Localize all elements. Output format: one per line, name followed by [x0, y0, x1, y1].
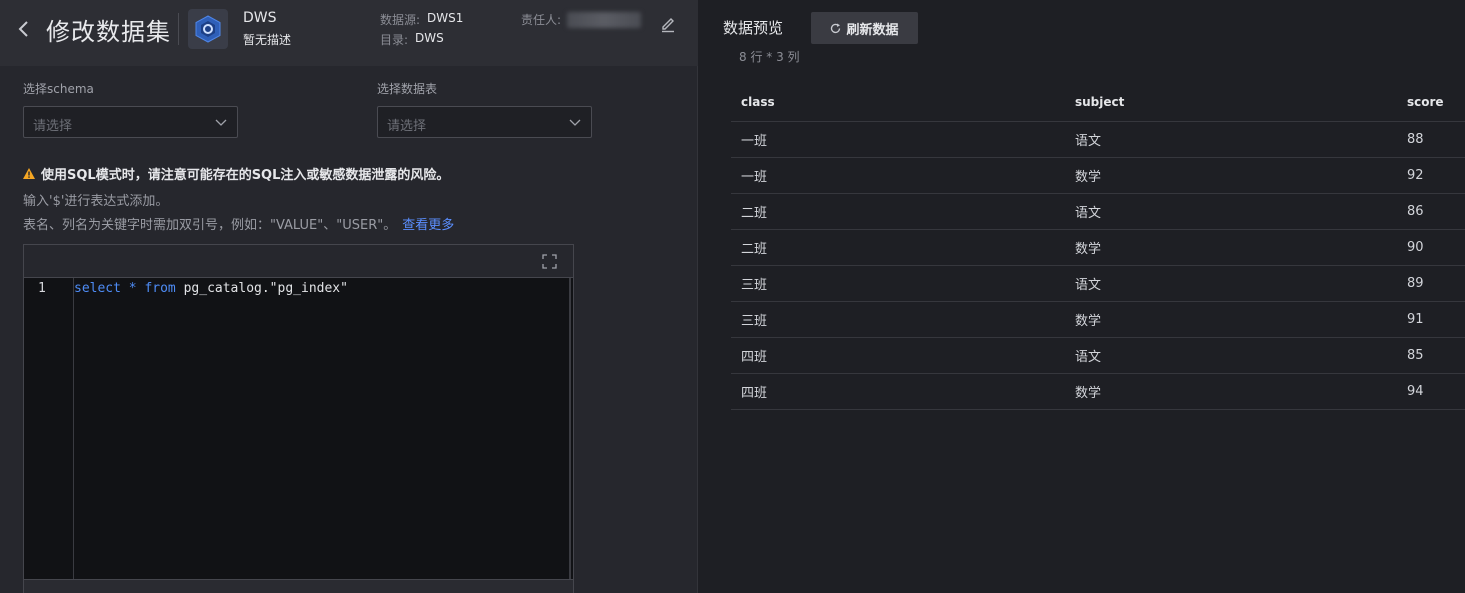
cell-subject: 语文 [1065, 121, 1397, 158]
cell-score: 90 [1397, 229, 1465, 266]
source-label: 数据源: [380, 13, 421, 27]
refresh-data-button[interactable]: 刷新数据 [811, 12, 918, 44]
refresh-label: 刷新数据 [846, 22, 899, 38]
schema-placeholder: 请选择 [33, 119, 73, 134]
editor-toolbar [24, 245, 573, 278]
cell-score: 94 [1397, 373, 1465, 410]
datasource-description: 暂无描述 [243, 33, 292, 47]
fullscreen-icon[interactable] [542, 254, 557, 269]
directory-value: DWS [415, 31, 444, 45]
table-row: 三班 语文 89 [731, 265, 1465, 302]
line-gutter: 1 [24, 278, 74, 579]
owner-value-redacted [567, 12, 641, 28]
cell-class: 一班 [731, 121, 1065, 158]
table-row: 一班 语文 88 [731, 121, 1465, 158]
cell-score: 85 [1397, 337, 1465, 374]
cell-class: 四班 [731, 337, 1065, 374]
cell-subject: 语文 [1065, 193, 1397, 230]
datasource-icon [188, 9, 228, 49]
cell-class: 二班 [731, 193, 1065, 230]
editor-footer [24, 579, 573, 593]
left-panel: 修改数据集 DWS 暂无描述 数据源: DWS1 目录: DWS 责任人: 选择… [0, 0, 698, 593]
preview-table: class subject score 一班 语文 88 一班 数学 92 二班 语文 86… [731, 84, 1465, 410]
column-header-subject: subject [1065, 84, 1397, 122]
quote-hint: 表名、列名为关键字时需加双引号，例如："VALUE"、"USER"。 查看更多 [23, 214, 454, 233]
star-token: * [120, 281, 145, 296]
line-number: 1 [38, 281, 46, 296]
header: 修改数据集 DWS 暂无描述 数据源: DWS1 目录: DWS 责任人: [0, 0, 698, 66]
keyword-from: from [144, 281, 176, 296]
cell-subject: 数学 [1065, 229, 1397, 266]
preview-panel: 数据预览 刷新数据 8 行 * 3 列 class subject score … [699, 0, 1465, 593]
owner-label: 责任人: [521, 13, 562, 27]
table-row: 四班 数学 94 [731, 373, 1465, 410]
back-arrow-icon[interactable] [14, 17, 34, 41]
sql-editor: 1 select * from pg_catalog."pg_index" [23, 244, 574, 593]
table-label: 选择数据表 [377, 82, 438, 96]
table-header-row: class subject score [731, 84, 1465, 122]
preview-title: 数据预览 [723, 19, 784, 37]
vertical-scrollbar[interactable] [569, 278, 571, 579]
code-line: select * from pg_catalog."pg_index" [74, 281, 348, 296]
datasource-name: DWS [243, 10, 277, 26]
cell-class: 三班 [731, 301, 1065, 338]
refresh-icon [831, 23, 841, 33]
warning-text: 使用SQL模式时，请注意可能存在的SQL注入或敏感数据泄露的风险。 [41, 168, 450, 183]
code-area[interactable]: 1 select * from pg_catalog."pg_index" [24, 278, 573, 579]
keyword-select: select [74, 281, 121, 296]
table-row: 二班 语文 86 [731, 193, 1465, 230]
cell-class: 三班 [731, 265, 1065, 302]
quote-hint-text: 表名、列名为关键字时需加双引号，例如："VALUE"、"USER"。 [23, 218, 397, 233]
cell-class: 二班 [731, 229, 1065, 266]
cell-score: 88 [1397, 121, 1465, 158]
cell-score: 92 [1397, 157, 1465, 194]
schema-label: 选择schema [23, 82, 94, 96]
table-placeholder: 请选择 [387, 119, 427, 134]
schema-select[interactable]: 请选择 [23, 106, 238, 138]
source-value: DWS1 [427, 11, 464, 25]
table-row: 四班 语文 85 [731, 337, 1465, 374]
cell-class: 四班 [731, 373, 1065, 410]
row-column-count: 8 行 * 3 列 [739, 50, 800, 64]
cell-score: 89 [1397, 265, 1465, 302]
cell-subject: 数学 [1065, 301, 1397, 338]
edit-icon[interactable] [660, 15, 676, 33]
table-select[interactable]: 请选择 [377, 106, 592, 138]
table-token: pg_catalog."pg_index" [175, 281, 348, 296]
cell-class: 一班 [731, 157, 1065, 194]
cell-score: 91 [1397, 301, 1465, 338]
cell-subject: 语文 [1065, 265, 1397, 302]
table-row: 一班 数学 92 [731, 157, 1465, 194]
column-header-class: class [731, 84, 1065, 122]
sql-warning: 使用SQL模式时，请注意可能存在的SQL注入或敏感数据泄露的风险。 [23, 164, 449, 183]
table-row: 三班 数学 91 [731, 301, 1465, 338]
cell-subject: 语文 [1065, 337, 1397, 374]
chevron-down-icon [569, 119, 581, 126]
cell-subject: 数学 [1065, 157, 1397, 194]
chevron-down-icon [215, 119, 227, 126]
page-title: 修改数据集 [46, 18, 171, 46]
cell-score: 86 [1397, 193, 1465, 230]
directory-label: 目录: [380, 33, 409, 47]
table-row: 二班 数学 90 [731, 229, 1465, 266]
warning-icon [23, 168, 35, 179]
column-header-score: score [1397, 84, 1465, 122]
divider [178, 13, 179, 45]
see-more-link[interactable]: 查看更多 [402, 218, 454, 233]
expression-hint: 输入'$'进行表达式添加。 [23, 194, 169, 209]
cell-subject: 数学 [1065, 373, 1397, 410]
